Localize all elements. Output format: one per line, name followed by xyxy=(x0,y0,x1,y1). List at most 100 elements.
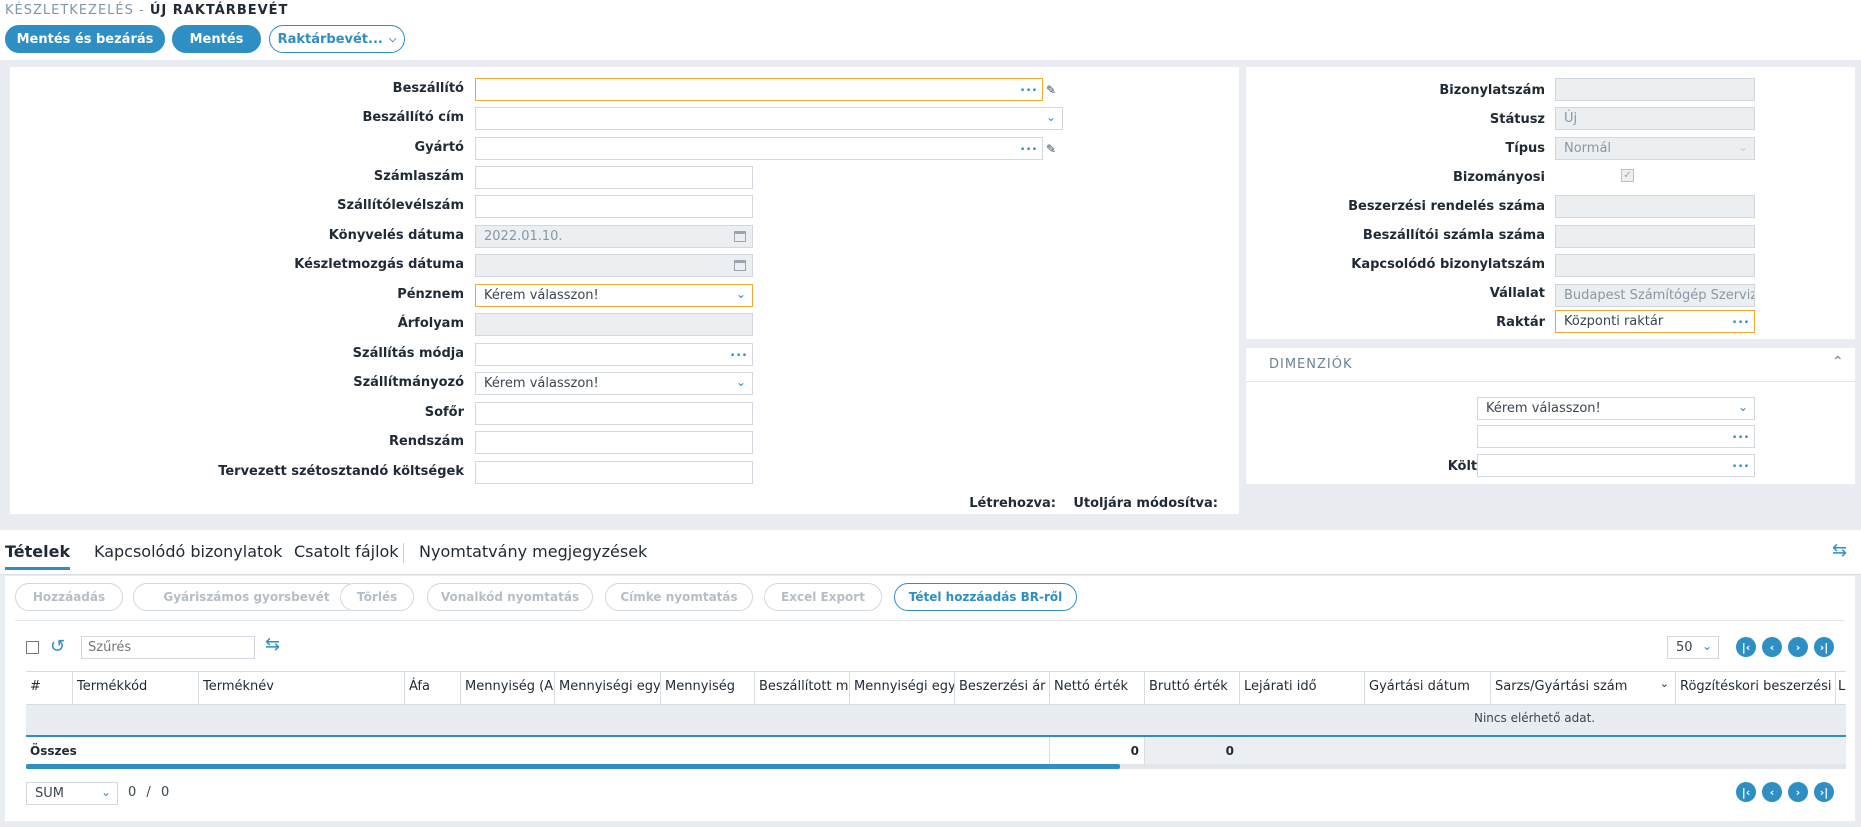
edit-icon[interactable]: ✎ xyxy=(1046,142,1059,156)
konyveles-datuma-input[interactable]: 2022.01.10. xyxy=(475,225,753,248)
gyarto-input[interactable]: ... xyxy=(475,137,1043,160)
rendszam-label: Rendszám xyxy=(388,434,464,449)
arfolyam-input[interactable] xyxy=(475,313,753,336)
no-data-message: Nincs elérhető adat. xyxy=(1474,711,1596,725)
penznem-select[interactable]: Kérem válasszon! ⌄ xyxy=(475,284,753,307)
swap-arrows-icon[interactable]: ⇆ xyxy=(265,634,280,655)
tab-kapcsolodo-bizonylatok[interactable]: Kapcsolódó bizonylatok xyxy=(94,542,282,561)
tab-tetelek[interactable]: Tételek xyxy=(5,542,71,570)
col-header-mennyisegi-egyseg[interactable]: Mennyiségi egys xyxy=(554,671,660,705)
first-page-icon[interactable]: |‹ xyxy=(1736,782,1756,802)
vallalat-input[interactable]: Budapest Számítógép Szerviz I xyxy=(1555,284,1755,307)
rendszam-input[interactable] xyxy=(475,431,753,454)
select-all-checkbox[interactable] xyxy=(26,641,39,654)
tab-nyomtatvany-megjegyzesek[interactable]: Nyomtatvány megjegyzések xyxy=(419,542,647,561)
last-page-icon[interactable]: ›| xyxy=(1814,637,1834,657)
prev-page-icon[interactable]: ‹ xyxy=(1762,637,1782,657)
statusz-input[interactable]: Új xyxy=(1555,107,1755,130)
tetel-hozzaadas-br-button[interactable]: Tétel hozzáadás BR-ről xyxy=(894,583,1077,611)
aggregate-select[interactable]: SUM ⌄ xyxy=(26,782,118,805)
next-page-icon[interactable]: › xyxy=(1788,637,1808,657)
refresh-icon[interactable]: ↺ xyxy=(50,636,65,657)
last-page-icon[interactable]: ›| xyxy=(1814,782,1834,802)
reszleg-select[interactable]: Kérem válasszon! ⌄ xyxy=(1477,397,1755,420)
edit-icon[interactable]: ✎ xyxy=(1046,83,1059,97)
szallitas-modja-input[interactable]: ... xyxy=(475,343,753,366)
col-header-brutto-ertek[interactable]: Bruttó érték xyxy=(1144,671,1239,705)
koltseghely-input[interactable]: ... xyxy=(1477,454,1755,477)
cimke-nyomtatas-button[interactable]: Címke nyomtatás xyxy=(605,583,753,611)
tab-csatolt-fajlok[interactable]: Csatolt fájlok xyxy=(294,542,399,561)
gyariszamos-gyorsbevet-button[interactable]: Gyáriszámos gyorsbevét xyxy=(133,583,360,611)
col-header-netto-ertek[interactable]: Nettó érték xyxy=(1049,671,1144,705)
tipus-select[interactable]: Normál ⌄ xyxy=(1555,137,1755,160)
beszerzesi-rendeles-input[interactable] xyxy=(1555,195,1755,218)
tipus-label: Típus xyxy=(1505,141,1545,156)
raktarbevet-label: Raktárbevét... xyxy=(277,31,383,47)
col-header-beszallitott[interactable]: Beszállított m xyxy=(754,671,849,705)
top-bar: KÉSZLETKEZELÉS - ÚJ RAKTÁRBEVÉT Mentés é… xyxy=(0,0,1861,60)
raktarbevet-dropdown-button[interactable]: Raktárbevét... ⌵ xyxy=(269,25,405,53)
kapcsolodo-bizonylatszam-input[interactable] xyxy=(1555,254,1755,277)
chevron-down-icon: ⌄ xyxy=(1701,639,1712,653)
col-header-l[interactable]: L xyxy=(1835,671,1846,705)
szallitmanyozo-select[interactable]: Kérem válasszon! ⌄ xyxy=(475,372,753,395)
penznem-value: Kérem válasszon! xyxy=(484,288,599,303)
lookup-dots-icon[interactable]: ... xyxy=(1020,139,1038,154)
lookup-dots-icon[interactable]: ... xyxy=(730,345,748,360)
projekt-input[interactable]: ... xyxy=(1477,425,1755,448)
col-header-afa[interactable]: Áfa xyxy=(404,671,460,705)
col-header-mennyiseg-al[interactable]: Mennyiség (Al xyxy=(460,671,554,705)
col-header-mennyiseg[interactable]: Mennyiség xyxy=(660,671,754,705)
beszallito-cim-select[interactable]: ⌄ xyxy=(475,107,1063,130)
col-header-sarzs[interactable]: Sarzs/Gyártási szám ⌄ xyxy=(1490,671,1675,705)
lookup-dots-icon[interactable]: ... xyxy=(1732,456,1750,471)
keszletmozgas-datuma-label: Készletmozgás dátuma xyxy=(294,257,464,272)
sofor-input[interactable] xyxy=(475,402,753,425)
szallitolevelszam-label: Szállítólevélszám xyxy=(337,198,464,213)
keszletmozgas-datuma-input[interactable] xyxy=(475,254,753,277)
breadcrumb-parent[interactable]: KÉSZLETKEZELÉS - xyxy=(5,3,145,18)
col-header-lejarati-ido[interactable]: Lejárati idő xyxy=(1239,671,1364,705)
lookup-dots-icon[interactable]: ... xyxy=(1732,312,1750,327)
horizontal-scrollbar-thumb[interactable] xyxy=(26,764,1120,769)
beszerzesi-rendeles-label: Beszerzési rendelés száma xyxy=(1348,199,1545,214)
vonalkod-nyomtatas-button[interactable]: Vonalkód nyomtatás xyxy=(427,583,593,611)
first-page-icon[interactable]: |‹ xyxy=(1736,637,1756,657)
szallitmanyozo-value: Kérem válasszon! xyxy=(484,376,599,391)
col-header-rogziteskori[interactable]: Rögzítéskori beszerzési xyxy=(1675,671,1835,705)
col-header-mennyisegi-egy[interactable]: Mennyiségi egy xyxy=(849,671,954,705)
lookup-dots-icon[interactable]: ... xyxy=(1732,427,1750,442)
calendar-icon[interactable] xyxy=(734,260,746,271)
bizonylatszam-label: Bizonylatszám xyxy=(1439,83,1545,98)
col-header-gyartasi-datum[interactable]: Gyártási dátum xyxy=(1364,671,1490,705)
lookup-dots-icon[interactable]: ... xyxy=(1020,80,1038,95)
beszallito-cim-label: Beszállító cím xyxy=(362,110,464,125)
page-size-select[interactable]: 50 ⌄ xyxy=(1667,636,1719,659)
szallitolevelszam-input[interactable] xyxy=(475,195,753,218)
bizomanyosi-checkbox[interactable]: ✓ xyxy=(1621,169,1634,182)
beszallito-input[interactable]: ... xyxy=(475,78,1043,101)
calendar-icon[interactable] xyxy=(734,231,746,242)
chevron-down-icon: ⌄ xyxy=(1045,110,1056,124)
raktar-input[interactable]: Központi raktár... xyxy=(1555,310,1755,333)
filter-input[interactable] xyxy=(81,636,255,659)
swap-arrows-icon[interactable]: ⇆ xyxy=(1832,540,1847,561)
tervezett-input[interactable] xyxy=(475,461,753,484)
col-header-termekkod[interactable]: Termékkód xyxy=(72,671,198,705)
chevron-up-icon[interactable]: ⌃ xyxy=(1832,354,1844,370)
next-page-icon[interactable]: › xyxy=(1788,782,1808,802)
save-close-button[interactable]: Mentés és bezárás xyxy=(5,25,165,53)
bizonylatszam-input[interactable] xyxy=(1555,78,1755,101)
prev-page-icon[interactable]: ‹ xyxy=(1762,782,1782,802)
excel-export-button[interactable]: Excel Export xyxy=(764,583,882,611)
col-header-index[interactable]: # xyxy=(26,671,72,705)
torles-button[interactable]: Törlés xyxy=(340,583,414,611)
col-header-termeknev[interactable]: Terméknév xyxy=(198,671,404,705)
col-header-beszerzesi-ar[interactable]: Beszerzési ár xyxy=(954,671,1049,705)
save-button[interactable]: Mentés xyxy=(172,25,261,53)
breadcrumb: KÉSZLETKEZELÉS - ÚJ RAKTÁRBEVÉT xyxy=(5,3,288,18)
szamlaszam-input[interactable] xyxy=(475,166,753,189)
beszallitoi-szamla-input[interactable] xyxy=(1555,225,1755,248)
hozzaadas-button[interactable]: Hozzáadás xyxy=(15,583,123,611)
